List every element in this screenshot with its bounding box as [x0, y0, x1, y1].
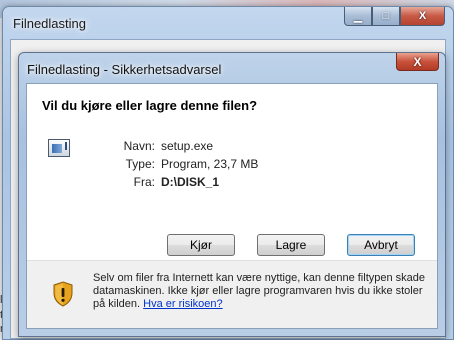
risk-info-link[interactable]: Hva er risikoen?	[143, 298, 222, 310]
window-title: Filnedlasting	[13, 16, 86, 31]
close-icon: X	[413, 54, 422, 69]
maximize-icon: □	[382, 10, 390, 22]
dialog-close-button[interactable]: X	[396, 53, 439, 71]
dialog-question: Vil du kjøre eller lagre denne filen?	[42, 98, 258, 113]
dialog-body: Vil du kjøre eller lagre denne filen? Na…	[26, 83, 438, 329]
file-name-row: Navn: setup.exe	[87, 139, 213, 153]
minimize-icon: ▁	[353, 10, 363, 23]
security-warning-dialog: Filnedlasting - Sikkerhetsadvarsel X Vil…	[18, 52, 446, 337]
warning-text-block: Selv om filer fra Internett kan være nyt…	[93, 272, 433, 311]
warning-area: Selv om filer fra Internett kan være nyt…	[27, 260, 437, 328]
cancel-button[interactable]: Avbryt	[347, 234, 415, 256]
maximize-button[interactable]: □	[372, 7, 400, 26]
run-button[interactable]: Kjør	[167, 234, 235, 256]
program-file-icon	[48, 139, 70, 157]
file-source-value: D:\DISK_1	[161, 175, 220, 189]
file-source-label: Fra:	[133, 175, 155, 189]
file-type-value: Program, 23,7 MB	[161, 157, 259, 171]
save-button[interactable]: Lagre	[257, 234, 325, 256]
file-name-label: Navn:	[123, 139, 155, 153]
security-shield-icon	[53, 281, 73, 307]
window-controls: ▁ □ X	[344, 7, 445, 27]
close-icon: X	[418, 10, 427, 22]
file-type-row: Type: Program, 23,7 MB	[87, 157, 259, 171]
file-type-label: Type:	[125, 157, 155, 171]
file-source-row: Fra: D:\DISK_1	[87, 175, 219, 189]
minimize-button[interactable]: ▁	[344, 7, 372, 26]
dialog-title: Filnedlasting - Sikkerhetsadvarsel	[27, 62, 222, 77]
window-close-button[interactable]: X	[400, 7, 445, 26]
file-name-value: setup.exe	[161, 139, 214, 153]
